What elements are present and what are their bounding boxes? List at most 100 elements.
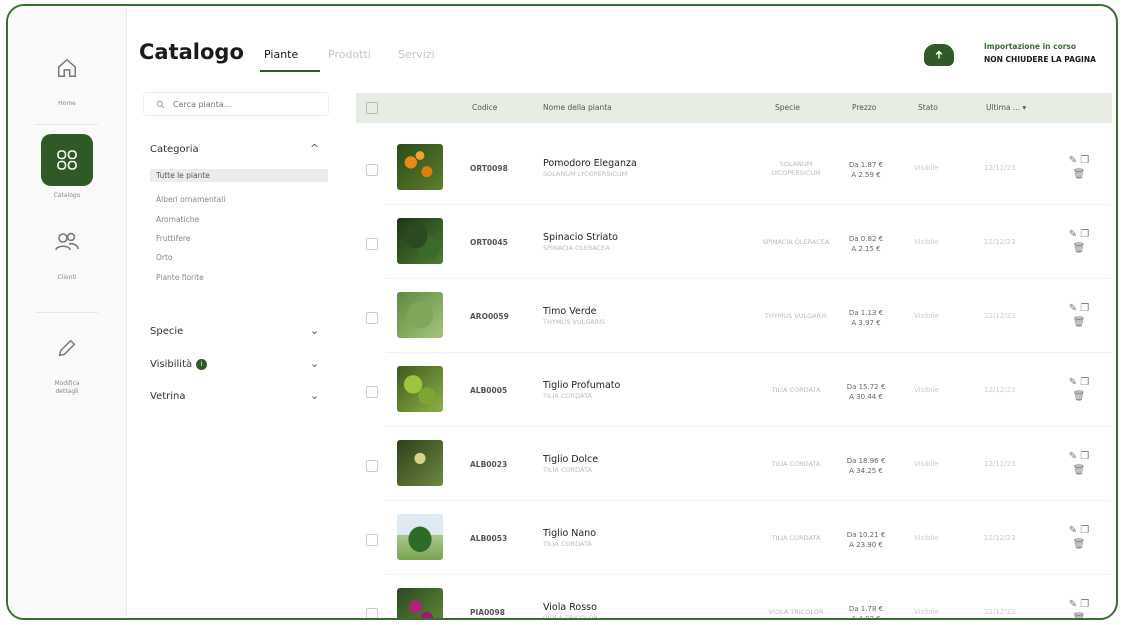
duplicate-icon[interactable]: ❐ (1080, 229, 1089, 240)
plant-price: Da 1.78 € A 4.02 € (836, 604, 896, 618)
row-checkbox[interactable] (366, 238, 378, 250)
table-row[interactable]: ALB0005 Tiglio Profumato TILIA CORDATA TILI… (356, 356, 1112, 424)
plant-updated: 12/12/23 (984, 164, 1016, 172)
plant-name[interactable]: Tiglio Profumato (543, 380, 620, 391)
chevron-down-icon[interactable]: ⌄ (310, 357, 319, 370)
plant-name[interactable]: Pomodoro Eleganza (543, 158, 637, 169)
plant-code: ALB0005 (470, 386, 508, 395)
row-checkbox[interactable] (366, 460, 378, 472)
duplicate-icon[interactable]: ❐ (1080, 303, 1089, 314)
edit-icon[interactable]: ✎ (1069, 377, 1077, 388)
category-item-all[interactable]: Tutte le piante (150, 169, 328, 182)
nav-catalog[interactable]: Catalogo (8, 134, 126, 200)
edit-icon[interactable]: ✎ (1069, 155, 1077, 166)
row-checkbox[interactable] (366, 608, 378, 618)
plant-scientific-name: TILIA CORDATA (543, 392, 592, 400)
row-checkbox[interactable] (366, 164, 378, 176)
table-row[interactable]: ALB0053 Tiglio Nano TILIA CORDATA TILIA COR… (356, 504, 1112, 572)
edit-icon[interactable]: ✎ (1069, 229, 1077, 240)
trash-icon[interactable]: 🗑 (1073, 317, 1086, 328)
plant-name[interactable]: Tiglio Dolce (543, 454, 598, 465)
price-from: Da 10.21 € (846, 531, 886, 539)
edit-icon[interactable]: ✎ (1069, 303, 1077, 314)
nav-divider (36, 124, 98, 125)
info-icon[interactable]: i (196, 359, 208, 370)
price-from: Da 0.82 € (848, 235, 884, 243)
select-all-checkbox[interactable] (366, 102, 378, 114)
plant-thumbnail (397, 292, 443, 338)
search-box[interactable] (143, 92, 329, 116)
plant-name[interactable]: Viola Rosso (543, 602, 597, 613)
duplicate-icon[interactable]: ❐ (1080, 525, 1089, 536)
plant-price: Da 1.87 € A 2.59 € (836, 160, 896, 180)
column-status[interactable]: Stato (918, 103, 938, 112)
home-icon (41, 42, 93, 94)
plant-thumbnail (397, 440, 443, 486)
trash-icon[interactable]: 🗑 (1073, 613, 1086, 618)
column-price[interactable]: Prezzo (852, 103, 876, 112)
category-item[interactable]: Fruttifere (150, 232, 328, 245)
row-divider (386, 204, 1112, 205)
duplicate-icon[interactable]: ❐ (1080, 377, 1089, 388)
plant-name[interactable]: Spinacio Striato (543, 232, 618, 243)
column-updated-sort[interactable]: Ultima ... ▾ (986, 103, 1026, 112)
price-from: Da 1.13 € (848, 309, 884, 317)
tab-prodotti[interactable]: Prodotti (328, 48, 371, 61)
tab-piante[interactable]: Piante (264, 48, 298, 61)
upload-cloud-button[interactable] (924, 44, 954, 66)
duplicate-icon[interactable]: ❐ (1080, 451, 1089, 462)
nav-home[interactable]: Home (8, 42, 126, 108)
column-species[interactable]: Specie (775, 103, 800, 112)
plant-scientific-name: TILIA CORDATA (543, 540, 592, 548)
category-item[interactable]: Aromatiche (150, 213, 328, 226)
trash-icon[interactable]: 🗑 (1073, 243, 1086, 254)
price-from: Da 15.72 € (846, 383, 886, 391)
row-checkbox[interactable] (366, 312, 378, 324)
category-item[interactable]: Orto (150, 251, 328, 264)
chevron-down-icon[interactable]: ⌄ (310, 324, 319, 337)
column-code[interactable]: Codice (472, 103, 497, 112)
trash-icon[interactable]: 🗑 (1073, 391, 1086, 402)
tab-servizi[interactable]: Servizi (398, 48, 435, 61)
species-filter-title[interactable]: Specie (150, 326, 183, 337)
price-to: A 2.15 € (851, 245, 881, 253)
chevron-up-icon[interactable]: ^ (310, 142, 319, 155)
visibility-filter-title[interactable]: Visibilità i (150, 359, 208, 370)
row-checkbox[interactable] (366, 386, 378, 398)
search-input[interactable] (171, 98, 315, 110)
duplicate-icon[interactable]: ❐ (1080, 155, 1089, 166)
plant-price: Da 1.13 € A 3.97 € (836, 308, 896, 328)
showcase-filter-title[interactable]: Vetrina (150, 391, 186, 402)
table-row[interactable]: ORT0045 Spinacio Striato SPINACIA OLERACEA… (356, 208, 1112, 276)
row-checkbox[interactable] (366, 534, 378, 546)
nav-customers[interactable]: Clienti (8, 216, 126, 282)
pencil-icon (41, 322, 93, 374)
table-row[interactable]: ORT0098 Pomodoro Eleganza SOLANUM LYCOPERS… (356, 134, 1112, 202)
column-name[interactable]: Nome della pianta (543, 103, 612, 112)
nav-edit[interactable]: Modifica dettagli (8, 322, 126, 396)
chevron-down-icon[interactable]: ⌄ (310, 389, 319, 402)
category-item[interactable]: Piante fiorite (150, 271, 328, 284)
search-icon (156, 100, 165, 108)
table-row[interactable]: ARO0059 Timo Verde THYMUS VULGARIS THYMUS V… (356, 282, 1112, 350)
plant-name[interactable]: Tiglio Nano (543, 528, 596, 539)
row-divider (386, 574, 1112, 575)
edit-icon[interactable]: ✎ (1069, 451, 1077, 462)
category-item[interactable]: Alberi ornamentali (150, 193, 328, 206)
trash-icon[interactable]: 🗑 (1073, 539, 1086, 550)
table-row[interactable]: ALB0023 Tiglio Dolce TILIA CORDATA TILIA CO… (356, 430, 1112, 498)
row-actions: ✎ ❐ 🗑 (1059, 598, 1099, 618)
category-filter-title[interactable]: Categoria (150, 144, 199, 155)
table-row[interactable]: PIA0098 Viola Rosso VIOLA TRICOLOR VIOLA TR… (356, 578, 1112, 618)
row-divider (386, 500, 1112, 501)
row-actions: ✎ ❐ 🗑 (1059, 302, 1099, 330)
plant-scientific-name: TILIA CORDATA (543, 466, 592, 474)
trash-icon[interactable]: 🗑 (1073, 169, 1086, 180)
edit-icon[interactable]: ✎ (1069, 525, 1077, 536)
edit-icon[interactable]: ✎ (1069, 599, 1077, 610)
plant-scientific-name: THYMUS VULGARIS (543, 318, 606, 326)
plant-code: ORT0098 (470, 164, 508, 173)
duplicate-icon[interactable]: ❐ (1080, 599, 1089, 610)
trash-icon[interactable]: 🗑 (1073, 465, 1086, 476)
plant-name[interactable]: Timo Verde (543, 306, 596, 317)
